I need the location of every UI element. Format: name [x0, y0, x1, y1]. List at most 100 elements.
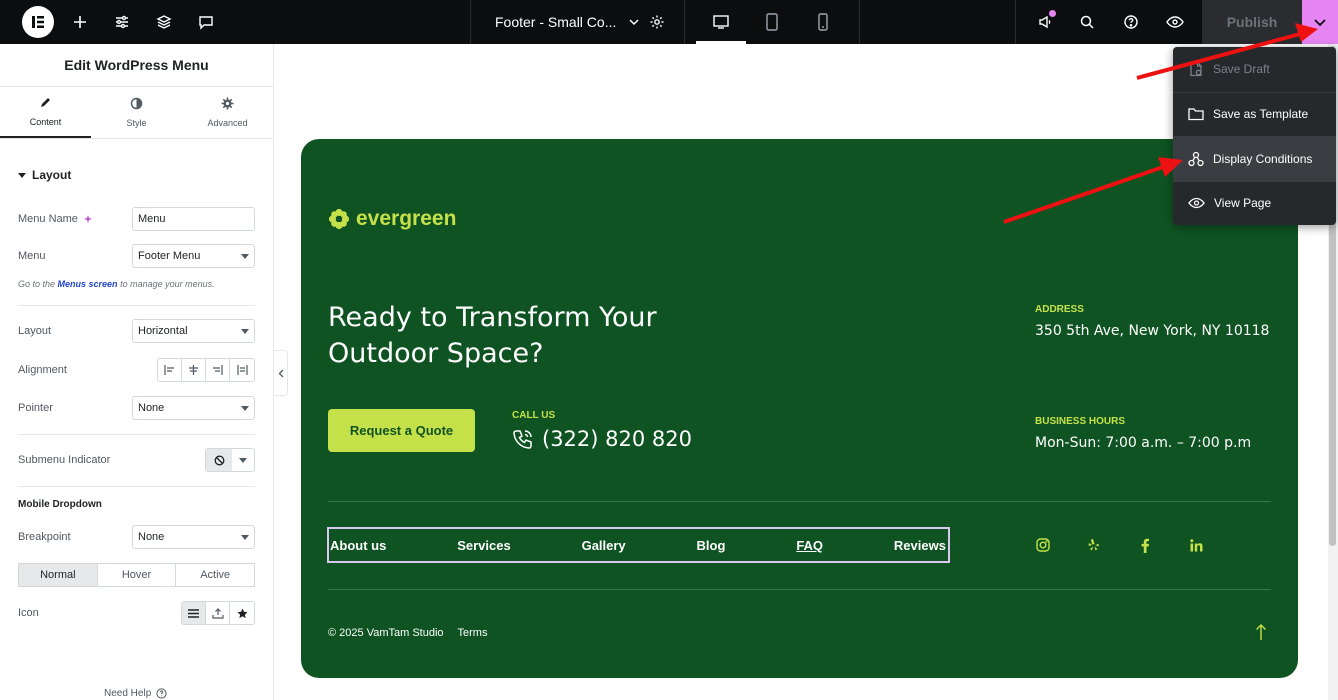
- icon-label: Icon: [18, 607, 39, 619]
- linkedin-icon[interactable]: [1188, 537, 1204, 553]
- upload-icon[interactable]: [206, 602, 230, 624]
- align-justify-icon[interactable]: [230, 359, 254, 381]
- half-circle-icon: [130, 97, 143, 112]
- phone-icon: [512, 428, 534, 450]
- eye-icon: [1188, 197, 1205, 209]
- preview-eye-icon[interactable]: [1160, 0, 1190, 44]
- tab-normal[interactable]: Normal: [19, 564, 98, 586]
- menu-item-services[interactable]: Services: [457, 538, 511, 553]
- brand-logo[interactable]: evergreen: [328, 207, 456, 231]
- pointer-label: Pointer: [18, 402, 53, 414]
- publish-button[interactable]: Publish: [1202, 0, 1302, 44]
- flower-logo-icon: [328, 208, 350, 230]
- phone-number: (322) 820 820: [542, 427, 692, 451]
- site-settings-icon[interactable]: [106, 0, 138, 44]
- search-icon[interactable]: [1072, 0, 1102, 44]
- save-draft-item[interactable]: Save Draft: [1173, 47, 1336, 91]
- menu-select-value: Footer Menu: [138, 250, 201, 262]
- footer-section: evergreen Ready to Transform Your Outdoo…: [301, 139, 1298, 678]
- tab-style[interactable]: Style: [91, 87, 182, 138]
- menus-help-note: Go to the Menus screen to manage your me…: [18, 279, 215, 289]
- submenu-indicator-label: Submenu Indicator: [18, 454, 111, 466]
- align-end-icon[interactable]: [206, 359, 230, 381]
- alignment-control: [157, 358, 255, 382]
- document-title-text: Footer - Small Co...: [495, 14, 617, 30]
- publish-options-button[interactable]: [1302, 0, 1338, 44]
- save-as-template-item[interactable]: Save as Template: [1173, 92, 1336, 136]
- tab-active[interactable]: Active: [176, 564, 254, 586]
- add-element-icon[interactable]: [64, 0, 96, 44]
- back-to-top-icon[interactable]: [1255, 623, 1267, 646]
- hamburger-icon[interactable]: [182, 602, 206, 624]
- divider: [328, 589, 1271, 590]
- ai-sparkle-icon[interactable]: [83, 214, 94, 225]
- divider: [1015, 0, 1016, 44]
- footer-nav-menu[interactable]: About us Services Gallery Blog FAQ Revie…: [327, 527, 950, 563]
- help-icon[interactable]: [1116, 0, 1146, 44]
- need-help-text: Need Help: [104, 688, 152, 699]
- menu-item-blog[interactable]: Blog: [697, 538, 726, 553]
- pointer-select[interactable]: None: [132, 396, 255, 420]
- menu-item-faq[interactable]: FAQ: [796, 538, 823, 553]
- menu-select[interactable]: Footer Menu: [132, 244, 255, 268]
- facebook-icon[interactable]: [1137, 537, 1153, 553]
- business-hours-label: BUSINESS HOURS: [1035, 416, 1126, 427]
- social-links: [1035, 537, 1204, 553]
- publish-options-dropdown: Save Draft Save as Template Display Cond…: [1173, 47, 1336, 225]
- structure-layers-icon[interactable]: [148, 0, 180, 44]
- section-title: Layout: [32, 168, 72, 182]
- panel-title: Edit WordPress Menu: [0, 44, 273, 87]
- phone-link[interactable]: (322) 820 820: [512, 427, 692, 451]
- address-label: ADDRESS: [1035, 304, 1084, 315]
- address-value: 350 5th Ave, New York, NY 10118: [1035, 323, 1270, 339]
- align-start-icon[interactable]: [158, 359, 182, 381]
- instagram-icon[interactable]: [1035, 537, 1051, 553]
- chevron-down-icon[interactable]: [628, 16, 640, 28]
- desktop-view-icon[interactable]: [706, 0, 736, 44]
- layout-select[interactable]: Horizontal: [132, 319, 255, 343]
- collapse-panel-button[interactable]: [274, 350, 288, 396]
- request-quote-button[interactable]: Request a Quote: [328, 409, 475, 452]
- breakpoint-row: Breakpoint None: [18, 525, 255, 549]
- note-text: to manage your menus.: [117, 279, 215, 289]
- menus-screen-link[interactable]: Menus screen: [58, 279, 118, 289]
- tablet-view-icon[interactable]: [757, 0, 787, 44]
- need-help-link[interactable]: Need Help: [104, 688, 167, 699]
- breakpoint-select[interactable]: None: [132, 525, 255, 549]
- layout-value: Horizontal: [138, 325, 188, 337]
- mobile-view-icon[interactable]: [808, 0, 838, 44]
- menu-label: Menu: [18, 250, 46, 262]
- chevron-down-icon: [241, 534, 249, 540]
- footer-headline: Ready to Transform Your Outdoor Space?: [328, 302, 657, 369]
- copyright-row: © 2025 VamTam Studio Terms: [328, 627, 487, 639]
- menu-name-input[interactable]: Menu: [132, 207, 255, 231]
- display-conditions-item[interactable]: Display Conditions: [1173, 137, 1336, 181]
- chevron-down-icon: [241, 405, 249, 411]
- chevron-down-icon: [232, 449, 254, 471]
- document-title[interactable]: Footer - Small Co...: [495, 0, 640, 44]
- help-icon: [156, 688, 167, 699]
- menu-select-row: Menu Footer Menu: [18, 244, 255, 268]
- caret-down-icon: [18, 171, 26, 179]
- star-icon[interactable]: [230, 602, 254, 624]
- page-settings-gear-icon[interactable]: [642, 0, 672, 44]
- view-page-item[interactable]: View Page: [1173, 181, 1336, 225]
- align-center-icon[interactable]: [182, 359, 206, 381]
- menu-name-row: Menu Name Menu: [18, 207, 255, 231]
- terms-link[interactable]: Terms: [458, 627, 488, 639]
- section-layout-toggle[interactable]: Layout: [18, 168, 71, 182]
- elementor-logo-icon[interactable]: [22, 6, 54, 38]
- tab-label: Style: [126, 118, 147, 128]
- divider: [18, 305, 255, 306]
- menu-item-gallery[interactable]: Gallery: [582, 538, 626, 553]
- yelp-icon[interactable]: [1086, 537, 1102, 553]
- tab-advanced[interactable]: Advanced: [182, 87, 273, 138]
- menu-item-about[interactable]: About us: [330, 538, 386, 553]
- tab-content[interactable]: Content: [0, 87, 91, 138]
- whats-new-megaphone-icon[interactable]: [1030, 0, 1060, 44]
- submenu-indicator-picker[interactable]: [205, 448, 255, 472]
- menu-item-reviews[interactable]: Reviews: [894, 538, 946, 553]
- chevron-down-icon: [241, 253, 249, 259]
- notes-comment-icon[interactable]: [190, 0, 222, 44]
- tab-hover[interactable]: Hover: [98, 564, 177, 586]
